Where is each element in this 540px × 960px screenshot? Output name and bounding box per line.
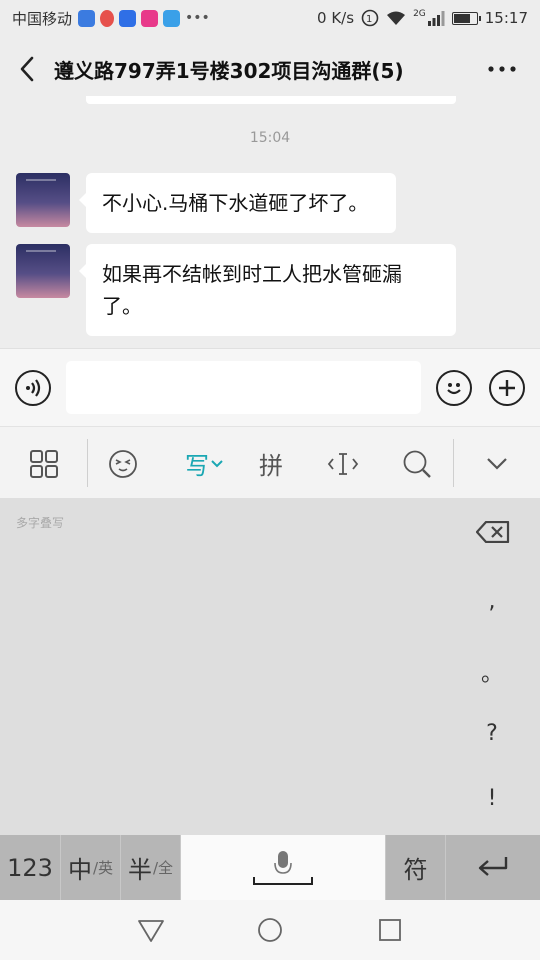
handwriting-hint: 多字叠写 (16, 516, 65, 530)
system-nav-bar (0, 900, 540, 960)
punctuation-period[interactable]: 。 (474, 656, 510, 688)
grid-icon (30, 449, 58, 478)
avatar[interactable] (16, 244, 70, 298)
chevron-down-icon (211, 459, 223, 467)
more-notifications-icon: ••• (185, 10, 210, 26)
group-title: 遵义路797弄1号楼302项目沟通群(5) (54, 58, 404, 83)
no-sim-icon: 1 (361, 9, 379, 27)
width-key-sublabel: /全 (152, 859, 174, 877)
square-recent-icon[interactable] (375, 915, 405, 945)
message-bubble[interactable]: 如果再不结帐到时工人把水管砸漏了。 (79, 244, 456, 336)
baidu-app-icon (119, 9, 137, 27)
video-app-icon (141, 9, 159, 27)
input-bar (0, 348, 540, 426)
language-switch-key[interactable]: 中/英 (61, 835, 121, 900)
handwrite-label: 写 (185, 452, 209, 480)
ime-emoji-button[interactable] (96, 427, 150, 500)
more-button[interactable] (476, 36, 528, 102)
plus-icon (499, 380, 515, 396)
network-speed: 0 K/s (317, 9, 355, 27)
backspace-icon (475, 520, 510, 544)
ime-emoji-icon (109, 449, 137, 478)
battery-icon (451, 11, 481, 25)
svg-text:1: 1 (366, 14, 372, 25)
keyboard-bottom-row: 123 中/英 半/全 符 (0, 835, 540, 900)
voice-button[interactable] (15, 370, 51, 406)
language-key-sublabel: /英 (92, 859, 114, 877)
search-icon (403, 450, 431, 478)
clock: 15:17 (484, 9, 528, 27)
symbols-key[interactable]: 符 (386, 835, 446, 900)
cursor-icon (327, 452, 359, 475)
carrier-name: 中国移动 (12, 9, 73, 28)
shield-app-icon (78, 9, 96, 27)
toolbar-divider (453, 439, 454, 487)
enter-key[interactable] (446, 835, 540, 900)
message-timestamp: 15:04 (249, 130, 291, 146)
enter-icon (478, 856, 508, 876)
numbers-key-label: 123 (7, 853, 53, 882)
language-key-label: 中 (67, 856, 92, 884)
chevron-left-icon (20, 56, 34, 82)
delete-button[interactable] (475, 520, 510, 544)
microphone-icon (253, 850, 313, 885)
punctuation-question[interactable]: ? (474, 721, 510, 746)
message-row: 如果再不结帐到时工人把水管砸漏了。 (16, 244, 456, 336)
status-bar: 中国移动 ••• 0 K/s 1 2G 15:17 (0, 0, 540, 36)
plus-button[interactable] (489, 370, 525, 406)
network-type: 2G (413, 9, 426, 19)
toolbar-divider (87, 439, 88, 487)
chat-area[interactable]: 15:04 不小心.马桶下水道砸了坏了。 如果再不结帐到时工人把水管砸漏了。 (0, 102, 540, 348)
avatar[interactable] (16, 173, 70, 227)
message-row: 不小心.马桶下水道砸了坏了。 (16, 173, 396, 233)
ime-collapse-button[interactable] (470, 427, 524, 500)
collapse-icon (487, 457, 507, 470)
emoji-icon (447, 383, 461, 395)
symbols-key-label: 符 (403, 856, 428, 884)
handwriting-pad[interactable]: 多字叠写 , 。 ? ! (0, 499, 540, 835)
back-button[interactable] (0, 36, 54, 102)
more-dots-icon (488, 66, 516, 72)
triangle-back-icon[interactable] (136, 915, 166, 945)
space-key[interactable] (181, 835, 386, 900)
ime-toolbar: 写 拼 (0, 426, 540, 499)
punctuation-comma[interactable]: , (474, 589, 510, 614)
ime-cursor-button[interactable] (316, 427, 370, 500)
ime-search-button[interactable] (390, 427, 444, 500)
width-switch-key[interactable]: 半/全 (121, 835, 181, 900)
pinyin-label: 拼 (259, 452, 283, 480)
ime-handwrite-button[interactable]: 写 (176, 427, 232, 500)
message-input[interactable] (66, 361, 421, 414)
ime-grid-button[interactable] (17, 427, 71, 500)
ime-pinyin-button[interactable]: 拼 (244, 427, 298, 500)
voice-icon (26, 379, 41, 397)
text-app-icon (163, 9, 181, 27)
punctuation-exclamation[interactable]: ! (474, 786, 510, 811)
chat-header: 遵义路797弄1号楼302项目沟通群(5) (0, 36, 540, 102)
numbers-key[interactable]: 123 (0, 835, 61, 900)
signal-icon (427, 11, 445, 26)
balloon-app-icon (100, 9, 115, 27)
wifi-icon (387, 11, 406, 25)
circle-home-icon[interactable] (255, 915, 285, 945)
emoji-button[interactable] (436, 370, 472, 406)
width-key-label: 半 (127, 856, 152, 884)
message-bubble[interactable]: 不小心.马桶下水道砸了坏了。 (79, 173, 396, 233)
